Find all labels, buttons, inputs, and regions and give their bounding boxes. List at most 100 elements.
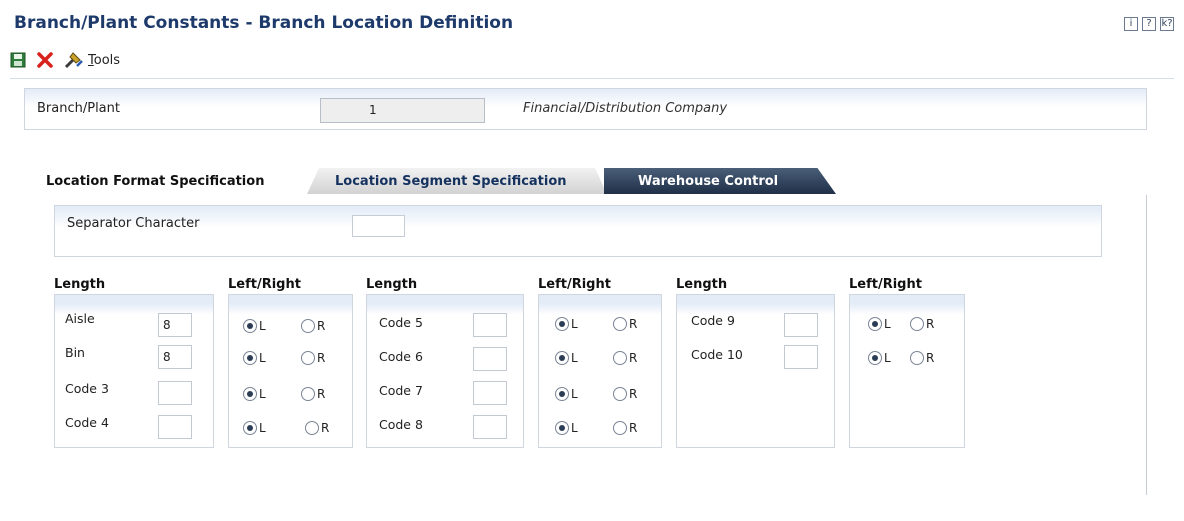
radio-selected-icon bbox=[555, 387, 569, 401]
leftright-group-1: L R L R L R L R bbox=[228, 294, 353, 448]
tools-button[interactable]: Tools bbox=[64, 51, 120, 69]
row-label: Code 4 bbox=[65, 415, 109, 430]
whats-this-icon[interactable]: k? bbox=[1160, 17, 1174, 31]
radio-icon bbox=[613, 421, 627, 435]
branch-plant-panel: Branch/Plant 1 Financial/Distribution Co… bbox=[24, 88, 1147, 130]
radio-right[interactable]: R bbox=[613, 421, 637, 435]
title-bar: Branch/Plant Constants - Branch Location… bbox=[0, 0, 1184, 40]
row-label: Bin bbox=[65, 345, 85, 360]
length-header-3: Length bbox=[676, 277, 728, 292]
radio-icon bbox=[305, 421, 319, 435]
radio-icon bbox=[613, 351, 627, 365]
length-input[interactable] bbox=[158, 381, 192, 405]
toolbar: Tools bbox=[10, 48, 120, 72]
leftright-header-2: Left/Right bbox=[538, 277, 611, 292]
branch-plant-description: Financial/Distribution Company bbox=[523, 101, 728, 116]
tab-location-format[interactable]: Location Format Specification bbox=[46, 174, 264, 189]
radio-right[interactable]: R bbox=[613, 351, 637, 365]
separator-label: Separator Character bbox=[67, 216, 200, 231]
radio-selected-icon bbox=[243, 387, 257, 401]
radio-right[interactable]: R bbox=[613, 317, 637, 331]
branch-plant-field: 1 bbox=[320, 98, 485, 123]
length-group-1: Aisle 8 Bin 8 Code 3 Code 4 bbox=[54, 294, 214, 448]
page-title: Branch/Plant Constants - Branch Location… bbox=[14, 13, 514, 33]
row-label: Code 8 bbox=[379, 417, 423, 432]
radio-right[interactable]: R bbox=[301, 319, 325, 333]
tab-location-segment[interactable]: Location Segment Specification bbox=[307, 168, 607, 194]
length-input[interactable]: 8 bbox=[158, 313, 192, 337]
separator-panel: Separator Character bbox=[54, 205, 1102, 257]
cancel-button[interactable] bbox=[36, 51, 54, 69]
radio-icon bbox=[301, 387, 315, 401]
help-icons: i ? k? bbox=[1124, 17, 1174, 31]
toolbar-divider bbox=[10, 78, 1174, 79]
length-input[interactable] bbox=[784, 345, 818, 369]
radio-icon bbox=[910, 317, 924, 331]
tab-warehouse-control[interactable]: Warehouse Control bbox=[604, 168, 836, 194]
radio-right[interactable]: R bbox=[910, 317, 934, 331]
row-label: Aisle bbox=[65, 311, 95, 326]
radio-right[interactable]: R bbox=[613, 387, 637, 401]
radio-left[interactable]: L bbox=[555, 317, 578, 331]
radio-left[interactable]: L bbox=[868, 351, 891, 365]
length-input[interactable] bbox=[473, 381, 507, 405]
length-group-3: Code 9 Code 10 bbox=[676, 294, 835, 448]
leftright-group-2: L R L R L R L R bbox=[538, 294, 662, 448]
radio-icon bbox=[613, 387, 627, 401]
row-label: Code 5 bbox=[379, 315, 423, 330]
radio-selected-icon bbox=[555, 317, 569, 331]
length-group-2: Code 5 Code 6 Code 7 Code 8 bbox=[366, 294, 524, 448]
radio-right[interactable]: R bbox=[305, 421, 329, 435]
radio-left[interactable]: L bbox=[555, 387, 578, 401]
row-label: Code 3 bbox=[65, 381, 109, 396]
radio-left[interactable]: L bbox=[868, 317, 891, 331]
radio-icon bbox=[301, 319, 315, 333]
length-input[interactable] bbox=[473, 347, 507, 371]
tab-label: Warehouse Control bbox=[638, 174, 779, 189]
radio-icon bbox=[910, 351, 924, 365]
save-button[interactable] bbox=[10, 52, 26, 68]
radio-right[interactable]: R bbox=[301, 387, 325, 401]
length-header-1: Length bbox=[54, 277, 106, 292]
radio-selected-icon bbox=[243, 319, 257, 333]
radio-left[interactable]: L bbox=[555, 351, 578, 365]
help-icon[interactable]: ? bbox=[1142, 17, 1156, 31]
close-icon bbox=[37, 52, 53, 68]
row-label: Code 6 bbox=[379, 349, 423, 364]
leftright-group-3: L R L R bbox=[849, 294, 965, 448]
radio-left[interactable]: L bbox=[555, 421, 578, 435]
length-input[interactable] bbox=[784, 313, 818, 337]
radio-left[interactable]: L bbox=[243, 319, 266, 333]
radio-left[interactable]: L bbox=[243, 351, 266, 365]
radio-icon bbox=[301, 351, 315, 365]
tab-label: Location Segment Specification bbox=[335, 174, 567, 189]
length-input[interactable] bbox=[473, 313, 507, 337]
row-label: Code 9 bbox=[691, 313, 735, 328]
length-input[interactable] bbox=[473, 415, 507, 439]
radio-left[interactable]: L bbox=[243, 421, 266, 435]
radio-selected-icon bbox=[555, 351, 569, 365]
radio-selected-icon bbox=[243, 351, 257, 365]
leftright-header-1: Left/Right bbox=[228, 277, 301, 292]
content-border bbox=[1146, 195, 1147, 495]
leftright-header-3: Left/Right bbox=[849, 277, 922, 292]
radio-icon bbox=[613, 317, 627, 331]
info-icon[interactable]: i bbox=[1124, 17, 1138, 31]
radio-left[interactable]: L bbox=[243, 387, 266, 401]
length-input[interactable] bbox=[158, 415, 192, 439]
radio-selected-icon bbox=[555, 421, 569, 435]
branch-plant-label: Branch/Plant bbox=[37, 101, 120, 116]
radio-right[interactable]: R bbox=[910, 351, 934, 365]
tools-label: Tools bbox=[88, 52, 121, 68]
tools-icon bbox=[64, 52, 83, 69]
radio-right[interactable]: R bbox=[301, 351, 325, 365]
radio-selected-icon bbox=[868, 317, 882, 331]
length-header-2: Length bbox=[366, 277, 418, 292]
row-label: Code 10 bbox=[691, 347, 743, 362]
separator-input[interactable] bbox=[352, 215, 405, 237]
length-input[interactable]: 8 bbox=[158, 345, 192, 369]
radio-selected-icon bbox=[868, 351, 882, 365]
save-icon bbox=[10, 52, 26, 68]
row-label: Code 7 bbox=[379, 383, 423, 398]
radio-selected-icon bbox=[243, 421, 257, 435]
